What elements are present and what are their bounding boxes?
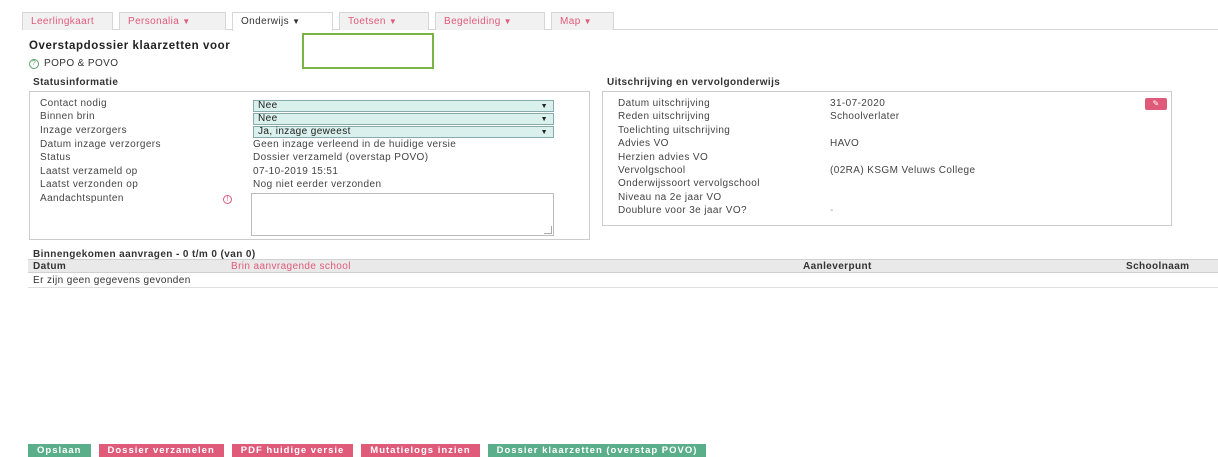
row-label: Onderwijssoort vervolgschool bbox=[618, 178, 760, 189]
verzonden-row: Laatst verzonden op Nog niet eerder verz… bbox=[40, 179, 580, 192]
row-value: (02RA) KSGM Veluws College bbox=[830, 165, 976, 176]
brin-value: Nee bbox=[258, 113, 278, 124]
row-label: Toelichting uitschrijving bbox=[618, 125, 731, 136]
status-row: Status Dossier verzameld (overstap POVO) bbox=[40, 152, 580, 165]
resize-grip[interactable] bbox=[544, 226, 552, 234]
chevron-down-icon: ▼ bbox=[292, 17, 301, 26]
contact-value: Nee bbox=[258, 100, 278, 111]
row-value: - bbox=[830, 205, 834, 216]
tab-label: Onderwijs bbox=[241, 16, 290, 27]
row-value: Schoolverlater bbox=[830, 111, 900, 122]
chevron-down-icon: ▼ bbox=[182, 17, 191, 26]
page-title: Overstapdossier klaarzetten voor bbox=[29, 40, 231, 52]
chevron-down-icon: ▼ bbox=[388, 17, 398, 26]
row-label: Niveau na 2e jaar VO bbox=[618, 192, 722, 203]
footer-toolbar: Opslaan Dossier verzamelen PDF huidige v… bbox=[28, 444, 707, 457]
status-label: Status bbox=[40, 152, 71, 163]
tab-personalia[interactable]: Personalia ▼ bbox=[119, 12, 226, 30]
pdf-button[interactable]: PDF huidige versie bbox=[231, 444, 354, 457]
row-label: Reden uitschrijving bbox=[618, 111, 711, 122]
row-label: Vervolgschool bbox=[618, 165, 686, 176]
aandacht-label: Aandachtspunten bbox=[40, 193, 124, 204]
aandacht-row: Aandachtspunten bbox=[40, 193, 240, 206]
uitschrijving-row: Vervolgschool (02RA) KSGM Veluws College bbox=[618, 165, 1158, 178]
inzage-select[interactable]: Ja, inzage geweest ▼ bbox=[253, 126, 554, 138]
status-value: Dossier verzameld (overstap POVO) bbox=[253, 152, 429, 163]
collect-dossier-button[interactable]: Dossier verzamelen bbox=[98, 444, 224, 457]
edit-icon[interactable]: ✎ bbox=[1145, 98, 1167, 110]
uitschrijving-heading: Uitschrijving en vervolgonderwijs bbox=[607, 77, 781, 88]
uitschrijving-row: Herzien advies VO bbox=[618, 152, 1158, 165]
tab-label: Personalia bbox=[128, 16, 180, 27]
chevron-down-icon: ▼ bbox=[540, 116, 548, 123]
row-label: Doublure voor 3e jaar VO? bbox=[618, 205, 747, 216]
page-subtitle: ? POPO & POVO bbox=[29, 58, 118, 69]
uitschrijving-row: Datum uitschrijving 31-07-2020 bbox=[618, 98, 1158, 111]
row-value: 31-07-2020 bbox=[830, 98, 886, 109]
uitschrijving-panel: Datum uitschrijving 31-07-2020 ✎ Reden u… bbox=[602, 91, 1172, 226]
uitschrijving-row: Niveau na 2e jaar VO bbox=[618, 192, 1158, 205]
table-header: Datum Brin aanvragende school Aanleverpu… bbox=[28, 259, 1218, 273]
tab-begeleiding[interactable]: Begeleiding ▼ bbox=[435, 12, 545, 30]
tab-map[interactable]: Map ▼ bbox=[551, 12, 614, 30]
uitschrijving-row: Reden uitschrijving Schoolverlater bbox=[618, 111, 1158, 124]
tab-label: Map bbox=[560, 16, 581, 27]
contact-label: Contact nodig bbox=[40, 98, 107, 109]
chevron-down-icon: ▼ bbox=[583, 17, 592, 26]
tab-leerlingkaart[interactable]: Leerlingkaart bbox=[22, 12, 113, 30]
subtitle-text: POPO & POVO bbox=[44, 58, 119, 69]
tab-onderwijs[interactable]: Onderwijs ▼ bbox=[232, 12, 333, 31]
tab-label: Toetsen bbox=[348, 16, 386, 27]
column-header-datum[interactable]: Datum bbox=[33, 261, 66, 272]
row-label: Advies VO bbox=[618, 138, 669, 149]
tab-bar: Leerlingkaart Personalia ▼ Onderwijs ▼ Toe… bbox=[22, 10, 1218, 31]
student-name-box bbox=[302, 33, 434, 69]
uitschrijving-row: Advies VO HAVO bbox=[618, 138, 1158, 151]
column-header-aanleverpunt[interactable]: Aanleverpunt bbox=[803, 261, 872, 272]
tab-label: Begeleiding bbox=[444, 16, 501, 27]
inzage-label: Inzage verzorgers bbox=[40, 125, 127, 136]
row-value: HAVO bbox=[830, 138, 860, 149]
datum-inzage-value: Geen inzage verleend in de huidige versi… bbox=[253, 139, 457, 150]
help-icon[interactable]: ? bbox=[29, 58, 39, 69]
brin-label: Binnen brin bbox=[40, 111, 95, 122]
save-button[interactable]: Opslaan bbox=[28, 444, 91, 457]
datum-inzage-label: Datum inzage verzorgers bbox=[40, 139, 161, 150]
tab-toetsen[interactable]: Toetsen ▼ bbox=[339, 12, 429, 30]
verzonden-value: Nog niet eerder verzonden bbox=[253, 179, 382, 190]
chevron-down-icon: ▼ bbox=[540, 129, 548, 136]
tab-label: Leerlingkaart bbox=[31, 16, 95, 27]
status-panel: Contact nodig Nee ▼ Binnen brin Nee ▼ Inza… bbox=[29, 91, 590, 240]
row-label: Herzien advies VO bbox=[618, 152, 709, 163]
inzage-value: Ja, inzage geweest bbox=[258, 126, 351, 137]
chevron-down-icon: ▼ bbox=[503, 17, 512, 26]
uitschrijving-row: Doublure voor 3e jaar VO? - bbox=[618, 205, 1158, 218]
verzameld-label: Laatst verzameld op bbox=[40, 166, 138, 177]
brin-select[interactable]: Nee ▼ bbox=[253, 113, 554, 125]
column-header-schoolnaam[interactable]: Schoolnaam bbox=[1126, 261, 1189, 272]
datum-inzage-row: Datum inzage verzorgers Geen inzage verl… bbox=[40, 139, 580, 152]
verzonden-label: Laatst verzonden op bbox=[40, 179, 139, 190]
column-header-brin[interactable]: Brin aanvragende school bbox=[231, 261, 351, 272]
mutation-logs-button[interactable]: Mutatielogs inzien bbox=[361, 444, 480, 457]
uitschrijving-row: Onderwijssoort vervolgschool bbox=[618, 178, 1158, 191]
row-label: Datum uitschrijving bbox=[618, 98, 711, 109]
aandachtspunten-textarea[interactable] bbox=[251, 193, 554, 236]
alert-icon: ! bbox=[223, 195, 232, 204]
empty-message: Er zijn geen gegevens gevonden bbox=[28, 274, 1218, 288]
verzameld-row: Laatst verzameld op 07-10-2019 15:51 bbox=[40, 166, 580, 179]
verzameld-value: 07-10-2019 15:51 bbox=[253, 166, 339, 177]
uitschrijving-row: Toelichting uitschrijving bbox=[618, 125, 1158, 138]
prepare-dossier-button[interactable]: Dossier klaarzetten (overstap POVO) bbox=[487, 444, 707, 457]
status-heading: Statusinformatie bbox=[33, 77, 119, 88]
